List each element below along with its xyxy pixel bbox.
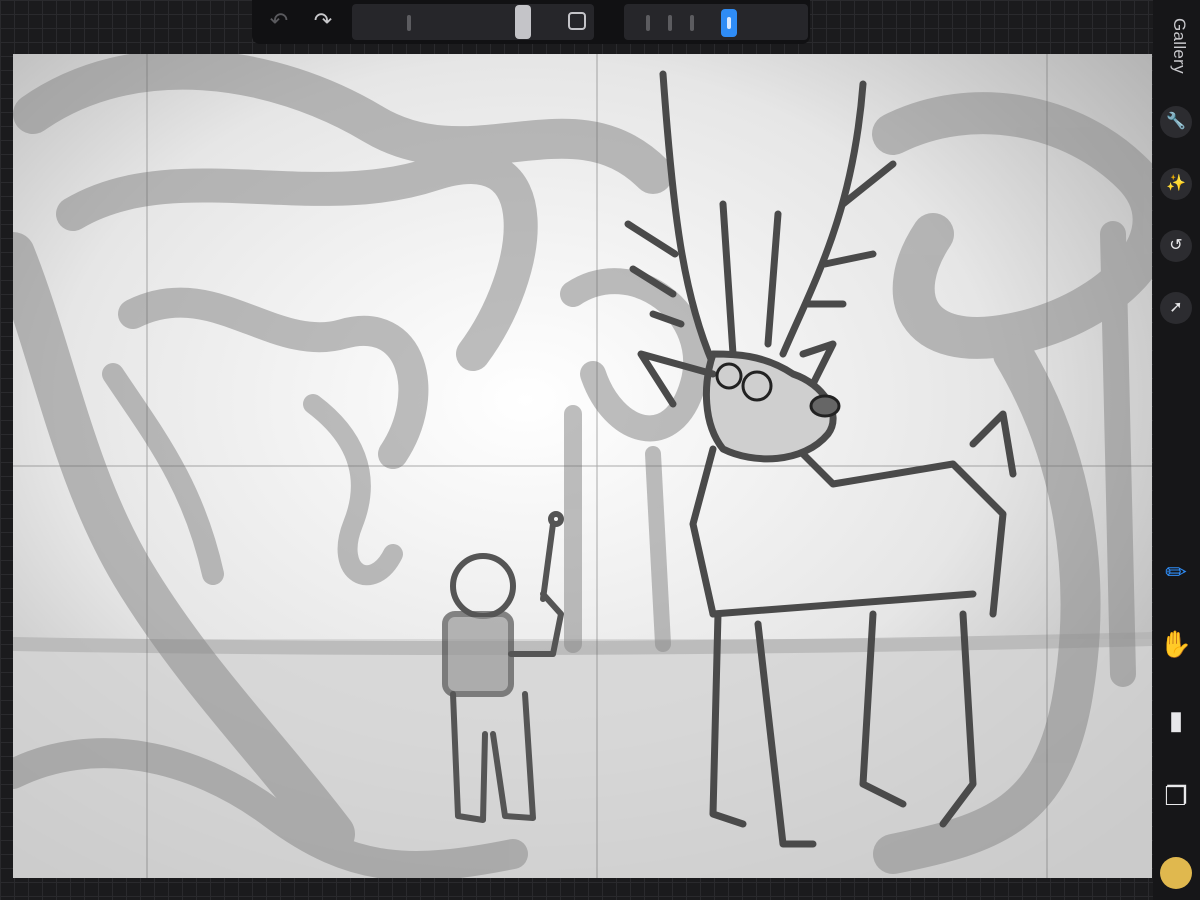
opacity-thumb[interactable] [721, 9, 737, 37]
smudge-icon[interactable]: ✋ [1158, 626, 1194, 662]
layers-icon[interactable]: ❐ [1158, 778, 1194, 814]
drawing-canvas[interactable] [13, 54, 1152, 878]
modify-button[interactable] [568, 12, 586, 30]
brush-size-slider[interactable] [352, 4, 594, 40]
slider-tick [668, 15, 672, 31]
eraser-icon[interactable]: ▮ [1158, 702, 1194, 738]
redo-icon[interactable]: ↷ [310, 8, 336, 34]
color-swatch[interactable] [1160, 857, 1192, 889]
magic-wand-icon[interactable]: ✨ [1160, 168, 1192, 200]
sketch-artwork [13, 54, 1152, 878]
slider-tick [407, 15, 411, 31]
brush-icon[interactable]: ✏ [1158, 554, 1194, 590]
gallery-link[interactable]: Gallery [1163, 18, 1189, 88]
top-toolbar: ↶ ↷ [252, 0, 810, 44]
transform-arrow-icon[interactable]: ➚ [1160, 292, 1192, 324]
undo-icon[interactable]: ↶ [266, 8, 292, 34]
slider-tick [690, 15, 694, 31]
opacity-slider[interactable] [624, 4, 808, 40]
selection-icon[interactable]: ↺ [1160, 230, 1192, 262]
slider-tick [646, 15, 650, 31]
brush-size-thumb[interactable] [515, 5, 531, 39]
wrench-icon[interactable]: 🔧 [1160, 106, 1192, 138]
